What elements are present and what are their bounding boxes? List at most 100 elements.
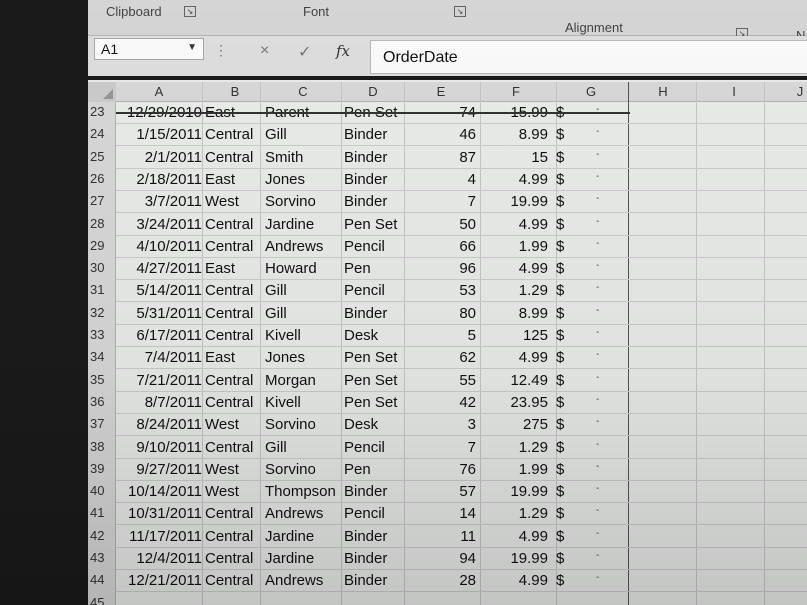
cancel-icon[interactable]: × [260, 42, 269, 60]
formula-input[interactable]: OrderDate [370, 40, 807, 74]
cell-g[interactable]: $ [556, 282, 564, 299]
row-number[interactable]: 26 [90, 171, 116, 186]
cell-h[interactable]: - [596, 528, 599, 539]
cell-e[interactable]: 87 [430, 149, 476, 166]
cell-c[interactable]: Andrews [265, 238, 323, 255]
cell-h[interactable]: - [596, 260, 599, 271]
cell-b[interactable]: Central [205, 216, 253, 233]
table-row[interactable]: 27 3/7/2011 West Sorvino Binder 7 19.99 $ - [88, 191, 807, 213]
cell-f[interactable]: 4.99 [488, 572, 548, 589]
cell-e[interactable]: 50 [430, 216, 476, 233]
cell-e[interactable]: 53 [430, 282, 476, 299]
cell-b[interactable]: East [205, 349, 235, 366]
cell-a[interactable]: 12/21/2011 [116, 572, 202, 589]
cell-b[interactable]: Central [205, 572, 253, 589]
cell-f[interactable]: 275 [488, 416, 548, 433]
cell-f[interactable]: 4.99 [488, 349, 548, 366]
cell-g[interactable]: $ [556, 505, 564, 522]
column-header-e[interactable]: E [434, 84, 448, 99]
cell-a[interactable]: 10/14/2011 [116, 483, 202, 500]
cell-d[interactable]: Binder [344, 171, 387, 188]
cell-f[interactable]: 19.99 [488, 193, 548, 210]
cell-g[interactable]: $ [556, 149, 564, 166]
row-number[interactable]: 42 [90, 528, 116, 543]
row-number[interactable]: 38 [90, 439, 116, 454]
cell-b[interactable]: Central [205, 238, 253, 255]
cell-a[interactable]: 7/21/2011 [116, 372, 202, 389]
row-number[interactable]: 32 [90, 305, 116, 320]
cell-e[interactable]: 57 [430, 483, 476, 500]
table-row[interactable]: 24 1/15/2011 Central Gill Binder 46 8.99 $ - [88, 124, 807, 146]
cell-c[interactable]: Jardine [265, 528, 314, 545]
cell-e[interactable]: 94 [430, 550, 476, 567]
cell-c[interactable]: Kivell [265, 327, 301, 344]
cell-b[interactable]: Central [205, 528, 253, 545]
cell-a[interactable]: 3/24/2011 [116, 216, 202, 233]
cell-g[interactable]: $ [556, 171, 564, 188]
row-number[interactable]: 25 [90, 149, 116, 164]
cell-g[interactable]: $ [556, 305, 564, 322]
cell-d[interactable]: Binder [344, 149, 387, 166]
cell-f[interactable]: 4.99 [488, 528, 548, 545]
cell-h[interactable]: - [596, 171, 599, 182]
cell-d[interactable]: Pen Set [344, 349, 397, 366]
insert-function-icon[interactable]: fx [336, 42, 350, 60]
cell-a[interactable]: 7/4/2011 [116, 349, 202, 366]
row-number[interactable]: 30 [90, 260, 116, 275]
row-number[interactable]: 29 [90, 238, 116, 253]
cell-e[interactable]: 66 [430, 238, 476, 255]
cell-f[interactable]: 8.99 [488, 126, 548, 143]
row-number[interactable]: 41 [90, 505, 116, 520]
cell-b[interactable]: West [205, 461, 239, 478]
table-row[interactable]: 25 2/1/2011 Central Smith Binder 87 15 $ - [88, 147, 807, 169]
cell-d[interactable]: Pencil [344, 282, 385, 299]
cell-g[interactable]: $ [556, 260, 564, 277]
table-row[interactable]: 39 9/27/2011 West Sorvino Pen 76 1.99 $ - [88, 459, 807, 481]
cell-h[interactable]: - [596, 126, 599, 137]
cell-g[interactable]: $ [556, 461, 564, 478]
cell-a[interactable]: 8/24/2011 [116, 416, 202, 433]
cell-c[interactable]: Sorvino [265, 461, 316, 478]
row-number[interactable]: 39 [90, 461, 116, 476]
cell-a[interactable]: 6/17/2011 [116, 327, 202, 344]
clipboard-launcher-icon[interactable]: ↘ [184, 6, 196, 17]
table-row[interactable]: 30 4/27/2011 East Howard Pen 96 4.99 $ - [88, 258, 807, 280]
cell-a[interactable]: 4/10/2011 [116, 238, 202, 255]
cell-g[interactable]: $ [556, 416, 564, 433]
cell-b[interactable]: East [205, 171, 235, 188]
cell-f[interactable]: 1.99 [488, 461, 548, 478]
cell-g[interactable]: $ [556, 528, 564, 545]
cell-b[interactable]: Central [205, 439, 253, 456]
table-row[interactable]: 28 3/24/2011 Central Jardine Pen Set 50 4.99 $ - [88, 214, 807, 236]
select-all-corner[interactable] [88, 82, 116, 102]
cell-b[interactable]: West [205, 483, 239, 500]
column-header-d[interactable]: D [366, 84, 380, 99]
column-header-f[interactable]: F [509, 84, 523, 99]
cell-e[interactable]: 55 [430, 372, 476, 389]
cell-b[interactable]: Central [205, 550, 253, 567]
cell-d[interactable]: Binder [344, 305, 387, 322]
cell-e[interactable]: 3 [430, 416, 476, 433]
cell-h[interactable]: - [596, 394, 599, 405]
cell-c[interactable]: Jardine [265, 550, 314, 567]
cell-h[interactable]: - [596, 282, 599, 293]
cell-h[interactable]: - [596, 349, 599, 360]
table-row[interactable]: 42 11/17/2011 Central Jardine Binder 11 4.99 $ - [88, 526, 807, 548]
column-header-h[interactable]: H [656, 84, 670, 99]
cell-b[interactable]: Central [205, 126, 253, 143]
cell-e[interactable]: 42 [430, 394, 476, 411]
cell-g[interactable]: $ [556, 349, 564, 366]
cell-b[interactable]: West [205, 193, 239, 210]
cell-g[interactable]: $ [556, 394, 564, 411]
cell-h[interactable]: - [596, 327, 599, 338]
cell-h[interactable]: - [596, 483, 599, 494]
cell-h[interactable]: - [596, 505, 599, 516]
cell-a[interactable]: 4/27/2011 [116, 260, 202, 277]
row-number[interactable]: 35 [90, 372, 116, 387]
cell-b[interactable]: Central [205, 305, 253, 322]
cell-f[interactable]: 4.99 [488, 260, 548, 277]
cell-b[interactable]: Central [205, 394, 253, 411]
cell-d[interactable]: Pencil [344, 439, 385, 456]
cell-d[interactable]: Pencil [344, 238, 385, 255]
cell-g[interactable]: $ [556, 483, 564, 500]
